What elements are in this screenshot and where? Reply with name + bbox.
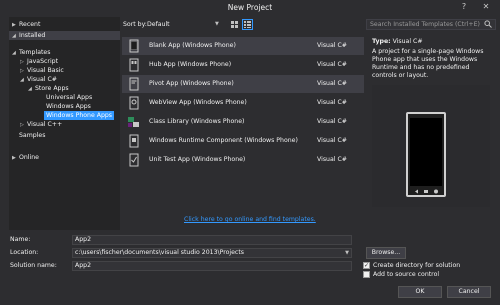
phone-app-icon bbox=[129, 96, 139, 110]
tree-item-windows-apps[interactable]: Windows Apps bbox=[46, 102, 91, 111]
phone-app-icon bbox=[129, 77, 139, 91]
chevron-down-icon[interactable]: ◢ bbox=[12, 49, 19, 58]
chevron-down-icon[interactable]: ▼ bbox=[345, 249, 349, 257]
runtime-component-icon bbox=[129, 134, 139, 148]
template-item[interactable]: Class Library (Windows Phone) Visual C# bbox=[122, 113, 364, 131]
location-field[interactable]: c:\users\fischer\documents\visual studio… bbox=[72, 248, 352, 258]
cancel-button[interactable]: Cancel bbox=[447, 286, 491, 298]
add-source-control-checkbox[interactable] bbox=[363, 271, 370, 278]
medium-icons-view-button[interactable] bbox=[242, 19, 253, 30]
chevron-down-icon[interactable]: ◢ bbox=[12, 32, 19, 41]
tree-item-universal-apps[interactable]: Universal Apps bbox=[46, 93, 92, 102]
small-icons-view-button[interactable] bbox=[229, 19, 240, 30]
solution-name-label: Solution name: bbox=[10, 262, 57, 269]
tree-item-visual-csharp[interactable]: ◢ Visual C# bbox=[20, 75, 57, 84]
name-field[interactable]: App2 bbox=[72, 235, 352, 245]
sort-dropdown[interactable]: Default ▼ bbox=[147, 19, 225, 30]
create-directory-label: Create directory for solution bbox=[373, 262, 461, 269]
template-list: Blank App (Windows Phone) Visual C# Hub … bbox=[122, 33, 364, 208]
tree-item-visual-basic[interactable]: ▷ Visual Basic bbox=[20, 66, 64, 75]
chevron-right-icon[interactable]: ▶ bbox=[12, 21, 19, 30]
help-button[interactable]: ? bbox=[457, 2, 471, 14]
tree-item-windows-phone-apps[interactable]: Windows Phone Apps bbox=[44, 111, 115, 120]
tree-item-templates[interactable]: ◢ Templates bbox=[12, 48, 50, 57]
template-item[interactable]: WebView App (Windows Phone) Visual C# bbox=[122, 94, 364, 112]
template-item[interactable]: Blank App (Windows Phone) Visual C# bbox=[122, 37, 364, 55]
template-tree: ▶ Recent ◢ Installed ◢ Templates ▷ JavaScrip… bbox=[9, 17, 120, 230]
template-item[interactable]: Pivot App (Windows Phone) Visual C# bbox=[122, 75, 364, 93]
add-source-control-label: Add to source control bbox=[373, 271, 440, 278]
project-form: Name: App2 Location: c:\users\fischer\do… bbox=[0, 231, 500, 305]
create-directory-checkbox[interactable]: ✓ bbox=[363, 262, 370, 269]
location-value: c:\users\fischer\documents\visual studio… bbox=[75, 249, 244, 256]
search-input[interactable]: Search Installed Templates (Ctrl+E) bbox=[366, 19, 496, 30]
type-line: Type: Visual C# bbox=[372, 38, 423, 45]
phone-app-icon bbox=[129, 58, 139, 72]
sort-value: Default bbox=[147, 21, 170, 28]
phone-buttons bbox=[412, 189, 440, 194]
phone-screen bbox=[410, 118, 442, 186]
template-item[interactable]: Windows Runtime Component (Windows Phone… bbox=[122, 132, 364, 150]
solution-name-field[interactable]: App2 bbox=[72, 261, 352, 271]
template-item[interactable]: Unit Test App (Windows Phone) Visual C# bbox=[122, 151, 364, 169]
phone-app-icon bbox=[129, 39, 139, 53]
sort-label: Sort by: bbox=[123, 21, 147, 28]
unit-test-icon bbox=[129, 153, 139, 167]
tree-item-installed[interactable]: ◢ Installed bbox=[9, 31, 120, 40]
list-view-icon bbox=[244, 21, 251, 28]
tree-item-recent[interactable]: ▶ Recent bbox=[12, 20, 40, 29]
template-description: A project for a single-page Windows Phon… bbox=[372, 48, 484, 79]
type-value: Visual C# bbox=[392, 38, 423, 45]
close-button[interactable]: ✕ bbox=[478, 2, 494, 14]
tree-item-samples[interactable]: Samples bbox=[19, 131, 45, 140]
tree-item-online[interactable]: ▶ Online bbox=[12, 153, 39, 162]
ok-button[interactable]: OK bbox=[398, 286, 442, 298]
search-icon[interactable] bbox=[484, 20, 492, 30]
chevron-down-icon[interactable]: ◢ bbox=[20, 76, 27, 85]
window-title: New Project bbox=[227, 3, 273, 12]
location-label: Location: bbox=[10, 249, 39, 256]
online-templates-link[interactable]: Click here to go online and find templat… bbox=[184, 216, 316, 223]
tree-item-store-apps[interactable]: ◢ Store Apps bbox=[28, 84, 69, 93]
chevron-down-icon[interactable]: ◢ bbox=[28, 85, 35, 94]
type-label: Type: bbox=[372, 38, 391, 45]
browse-button[interactable]: Browse... bbox=[366, 247, 406, 259]
template-item[interactable]: Hub App (Windows Phone) Visual C# bbox=[122, 56, 364, 74]
tree-item-visual-cpp[interactable]: ▷ Visual C++ bbox=[20, 120, 62, 129]
chevron-right-icon[interactable]: ▷ bbox=[20, 121, 27, 130]
chevron-right-icon[interactable]: ▶ bbox=[12, 154, 19, 163]
name-label: Name: bbox=[10, 236, 31, 243]
grid-view-icon bbox=[231, 21, 238, 28]
sort-bar: Sort by: Default ▼ bbox=[123, 19, 363, 31]
chevron-down-icon: ▼ bbox=[215, 21, 219, 27]
class-library-icon bbox=[128, 117, 139, 127]
tree-item-javascript[interactable]: ▷ JavaScript bbox=[20, 57, 58, 66]
